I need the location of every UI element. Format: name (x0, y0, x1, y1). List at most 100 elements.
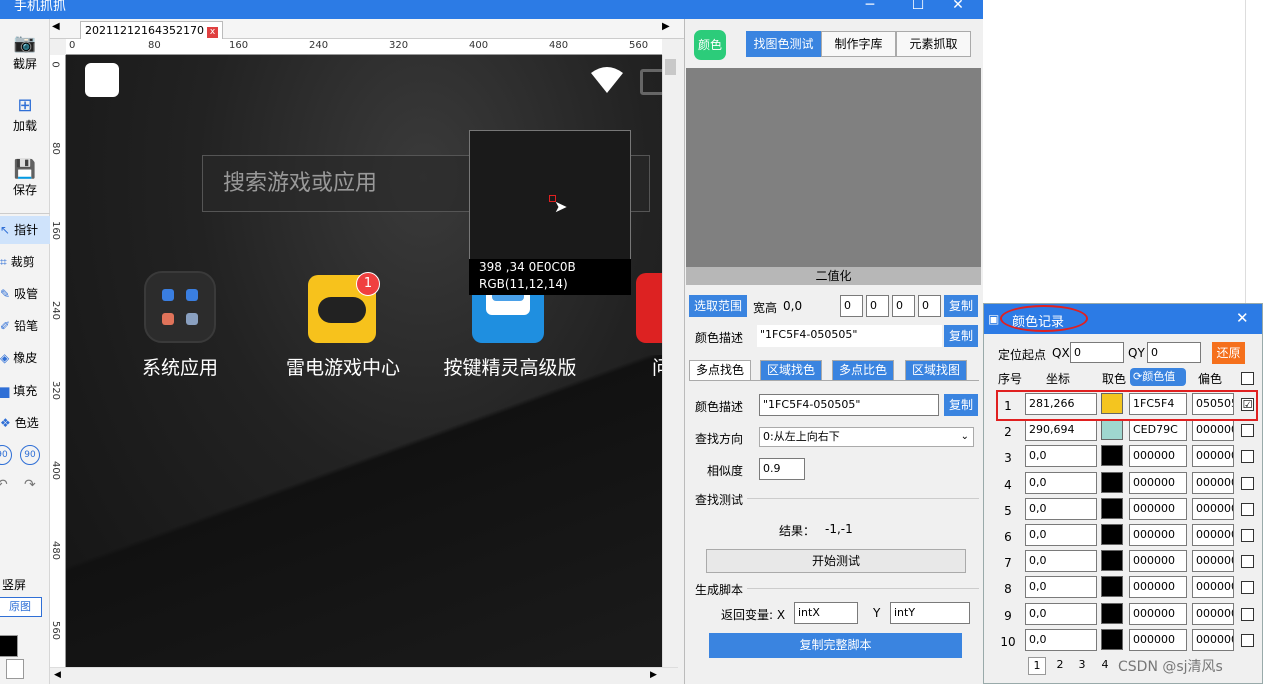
range-input[interactable]: 0 (892, 295, 915, 317)
color-swatch[interactable] (1101, 472, 1123, 493)
tab-find-color-test[interactable]: 找图色测试 (746, 31, 821, 57)
coord-input[interactable]: 0,0 (1025, 629, 1097, 651)
horizontal-scrollbar[interactable]: ◀ ▶ (50, 667, 678, 684)
copy-button[interactable]: 复制 (944, 295, 978, 317)
color-value-input[interactable]: 000000 (1129, 445, 1187, 467)
copy-script-button[interactable]: 复制完整脚本 (709, 633, 962, 658)
x-var-input[interactable]: intX (794, 602, 858, 624)
row-checkbox[interactable] (1241, 477, 1254, 490)
color-swatch[interactable] (1101, 498, 1123, 519)
dialog-close-button[interactable]: ✕ (1236, 309, 1249, 327)
coord-input[interactable]: 0,0 (1025, 524, 1097, 546)
offset-input[interactable]: 000000 (1192, 576, 1234, 598)
color-value-input[interactable]: 000000 (1129, 550, 1187, 572)
row-checkbox[interactable] (1241, 503, 1254, 516)
offset-input[interactable]: 000000 (1192, 550, 1234, 572)
offset-input[interactable]: 000000 (1192, 629, 1234, 651)
coord-input[interactable]: 0,0 (1025, 498, 1097, 520)
color-swatch[interactable] (1101, 550, 1123, 571)
save-button[interactable]: 💾 保存 (0, 159, 50, 199)
rotate-left-button[interactable]: 90 (0, 445, 12, 465)
screenshot-button[interactable]: 📷 截屏 (0, 33, 50, 73)
range-input[interactable]: 0 (918, 295, 941, 317)
row-checkbox[interactable] (1241, 450, 1254, 463)
tab-image[interactable]: 20211212164352170 x (80, 21, 223, 39)
original-image-button[interactable]: 原图 (0, 597, 42, 617)
binarize-bar[interactable]: 二值化 (686, 267, 981, 285)
color-desc-field[interactable]: "1FC5F4-050505" (757, 325, 942, 347)
color-swatch[interactable] (1101, 603, 1123, 624)
undo-icon[interactable]: ↶ (0, 477, 8, 493)
qy-input[interactable]: 0 (1147, 342, 1201, 363)
partial-app-icon[interactable] (636, 273, 662, 343)
color-swatch[interactable] (1101, 445, 1123, 466)
coord-input[interactable]: 0,0 (1025, 576, 1097, 598)
color-swatch[interactable] (1101, 524, 1123, 545)
subtab-region-find-image[interactable]: 区域找图 (905, 360, 967, 381)
offset-input[interactable]: 000000 (1192, 445, 1234, 467)
subtab-multi-point-compare[interactable]: 多点比色 (832, 360, 894, 381)
scroll-left-icon[interactable]: ◀ (54, 670, 61, 680)
multi-desc-field[interactable]: "1FC5F4-050505" (759, 394, 939, 416)
color-select-tool[interactable]: ❖ 色选 (0, 409, 50, 437)
copy-button[interactable]: 复制 (944, 394, 978, 416)
y-var-input[interactable]: intY (890, 602, 970, 624)
background-color[interactable] (6, 659, 24, 679)
maximize-button[interactable]: ☐ (903, 0, 933, 13)
color-value-input[interactable]: 000000 (1129, 498, 1187, 520)
coord-input[interactable]: 0,0 (1025, 472, 1097, 494)
color-value-input[interactable]: CED79C (1129, 419, 1187, 441)
phone-screenshot[interactable]: 搜索游戏或应用 系统应用 1 雷电游戏中心 按键精灵高级版 问 ➤ 398 ,3… (66, 55, 662, 667)
pencil-tool[interactable]: ✐ 铅笔 (0, 312, 50, 340)
tab-scroll-left-icon[interactable]: ◀ (52, 21, 60, 32)
crop-tool[interactable]: ⌗ 裁剪 (0, 248, 50, 276)
rotate-right-button[interactable]: 90 (20, 445, 40, 465)
color-value-input[interactable]: 000000 (1129, 524, 1187, 546)
offset-input[interactable]: 000000 (1192, 419, 1234, 441)
coord-input[interactable]: 0,0 (1025, 550, 1097, 572)
row-checkbox[interactable] (1241, 581, 1254, 594)
select-all-checkbox[interactable] (1241, 372, 1254, 385)
coord-input[interactable]: 0,0 (1025, 445, 1097, 467)
tab-scroll-right-icon[interactable]: ▶ (662, 21, 670, 32)
color-swatch[interactable] (1101, 629, 1123, 650)
eraser-tool[interactable]: ◈ 橡皮 (0, 344, 50, 372)
vertical-scrollbar[interactable] (662, 55, 678, 667)
row-checkbox[interactable] (1241, 555, 1254, 568)
pointer-tool[interactable]: ↖ 指针 (0, 216, 50, 244)
offset-input[interactable]: 000000 (1192, 472, 1234, 494)
direction-select[interactable]: 0:从左上向右下 ⌄ (759, 427, 974, 447)
page-button[interactable]: 2 (1051, 657, 1069, 675)
redo-icon[interactable]: ↷ (24, 477, 36, 493)
similarity-input[interactable]: 0.9 (759, 458, 805, 480)
range-input[interactable]: 0 (840, 295, 863, 317)
page-button[interactable]: 1 (1028, 657, 1046, 675)
offset-input[interactable]: 000000 (1192, 603, 1234, 625)
subtab-region-find-color[interactable]: 区域找色 (760, 360, 822, 381)
qx-input[interactable]: 0 (1070, 342, 1124, 363)
copy-button[interactable]: 复制 (944, 325, 978, 347)
row-checkbox[interactable] (1241, 424, 1254, 437)
row-checkbox[interactable] (1241, 529, 1254, 542)
color-value-input[interactable]: 000000 (1129, 472, 1187, 494)
tab-make-font[interactable]: 制作字库 (821, 31, 896, 57)
color-swatch[interactable] (1101, 576, 1123, 597)
close-button[interactable]: ✕ (943, 0, 973, 13)
start-test-button[interactable]: 开始测试 (706, 549, 966, 573)
coord-input[interactable]: 290,694 (1025, 419, 1097, 441)
subtab-multi-point-find[interactable]: 多点找色 (689, 360, 751, 381)
fill-tool[interactable]: ▆ 填充 (0, 377, 50, 405)
color-value-input[interactable]: 000000 (1129, 629, 1187, 651)
tab-element-capture[interactable]: 元素抓取 (896, 31, 971, 57)
page-button[interactable]: 4 (1096, 657, 1114, 675)
load-button[interactable]: ⊞ 加载 (0, 95, 50, 135)
color-swatch[interactable] (1101, 419, 1123, 440)
system-apps-icon[interactable] (144, 271, 216, 343)
offset-input[interactable]: 000000 (1192, 498, 1234, 520)
scroll-right-icon[interactable]: ▶ (650, 670, 657, 680)
color-value-input[interactable]: 000000 (1129, 603, 1187, 625)
range-input[interactable]: 0 (866, 295, 889, 317)
page-button[interactable]: 3 (1073, 657, 1091, 675)
color-value-input[interactable]: 000000 (1129, 576, 1187, 598)
scroll-thumb[interactable] (665, 59, 676, 75)
